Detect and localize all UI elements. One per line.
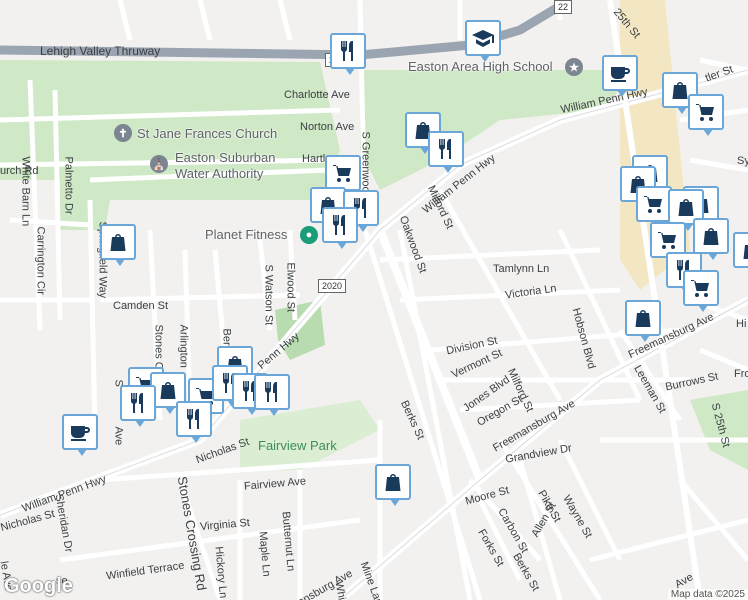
camden-st-label: Camden St	[113, 300, 169, 312]
shopping-bag-icon	[743, 245, 748, 259]
school-place-icon: ★	[565, 58, 583, 76]
cart-marker-1[interactable]	[688, 94, 724, 136]
google-logo: Google	[4, 575, 73, 597]
cafe-marker-2[interactable]	[62, 414, 98, 456]
restaurant-icon	[439, 139, 451, 159]
shopping-bag-icon	[635, 310, 651, 327]
restaurant-marker-10[interactable]	[176, 401, 212, 443]
map-attribution[interactable]: Map data ©2025	[667, 589, 748, 600]
fairview-park-label[interactable]: Fairview Park	[258, 438, 337, 453]
shopping-marker-14[interactable]	[375, 464, 411, 506]
planet-fitness-label[interactable]: Planet Fitness	[205, 227, 287, 242]
norton-ave-label: Norton Ave	[300, 121, 355, 133]
cart-marker-5[interactable]	[683, 270, 719, 312]
shopping-cart-icon	[644, 196, 662, 213]
school-icon	[472, 30, 494, 47]
cart-marker-3[interactable]	[636, 186, 672, 228]
restaurant-icon	[341, 41, 353, 61]
government-building-icon: ⛪	[150, 155, 168, 173]
school-marker[interactable]	[465, 20, 501, 62]
shopping-bag-icon	[160, 382, 176, 399]
ave-fragment-1-label: Ave	[112, 426, 125, 446]
arlington-label: Arlington	[177, 324, 190, 368]
green-area-nw	[0, 60, 340, 230]
shopping-cart-icon	[333, 165, 351, 182]
map-canvas[interactable]: Lehigh Valley Thruway 22 22 2020 ★ Easto…	[0, 0, 748, 600]
restaurant-marker-9[interactable]	[254, 374, 290, 416]
water-authority-label-2[interactable]: Water Authority	[175, 166, 263, 181]
restaurant-marker-4[interactable]	[322, 207, 358, 249]
shopping-bag-icon	[110, 234, 126, 251]
white-barn-ln-label: White Barn Ln	[19, 156, 32, 227]
shopping-bag-icon	[385, 474, 401, 491]
tamlynn-ln-label: Tamlynn Ln	[493, 263, 550, 275]
hartley-label: Hartl	[302, 153, 326, 165]
shopping-marker-9[interactable]	[693, 218, 729, 260]
shopping-cart-icon	[658, 232, 676, 249]
church-icon: ✝	[114, 124, 132, 142]
shopping-marker-10[interactable]	[733, 232, 748, 268]
route-2020-shield: 2020	[318, 279, 347, 293]
restaurant-marker-2[interactable]	[428, 131, 464, 173]
route-22-shield-east: 22	[554, 0, 573, 14]
restaurant-marker-6[interactable]	[120, 385, 156, 427]
fitness-place-icon: ●	[300, 226, 318, 244]
sy-label: Sy	[737, 155, 748, 167]
hi-label: Hi	[736, 318, 747, 330]
water-authority-label-1[interactable]: Easton Suburban	[175, 150, 275, 165]
cafe-marker-1[interactable]	[602, 55, 638, 97]
st-jane-label[interactable]: St Jane Frances Church	[137, 126, 277, 141]
stones-c-label: Stones C	[152, 324, 165, 370]
shopping-marker-11[interactable]	[625, 300, 661, 342]
cafe-icon	[71, 426, 90, 441]
shopping-marker-4[interactable]	[100, 224, 136, 266]
fro-label: Fro	[734, 368, 748, 380]
charlotte-ave-label: Charlotte Ave	[284, 89, 350, 101]
shopping-bag-icon	[678, 199, 694, 216]
restaurant-icon	[265, 382, 277, 402]
cafe-icon	[611, 67, 630, 82]
shopping-cart-icon	[691, 280, 709, 297]
carrington-cir-label: Carrington Cir	[34, 226, 47, 295]
restaurant-icon	[187, 409, 199, 429]
elwood-st-label: Elwood St	[284, 262, 297, 313]
palmetto-dr-label: Palmetto Dr	[62, 156, 75, 215]
restaurant-marker-1[interactable]	[330, 33, 366, 75]
cart-marker-2[interactable]	[325, 155, 361, 197]
s-watson-st-label: S Watson St	[262, 264, 275, 326]
shopping-bag-icon	[703, 228, 719, 245]
green-area-north	[360, 70, 640, 190]
restaurant-icon	[333, 215, 345, 235]
shopping-cart-icon	[696, 104, 714, 121]
lehigh-valley-thruway-label: Lehigh Valley Thruway	[40, 44, 161, 58]
restaurant-icon	[131, 393, 143, 413]
